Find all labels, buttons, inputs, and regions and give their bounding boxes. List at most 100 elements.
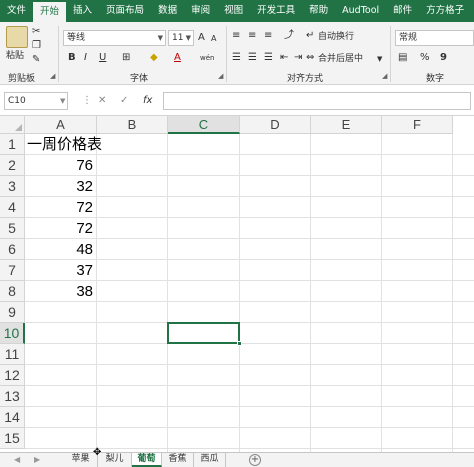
row-header-3[interactable]: 3 [0,176,25,197]
sheet-tab-banana[interactable]: 香蕉 [162,453,194,467]
row-header-14[interactable]: 14 [0,407,25,428]
cell-a2[interactable]: 76 [25,155,93,176]
percent-button[interactable]: % [420,52,430,64]
chevron-down-icon: ▼ [157,34,163,42]
tab-help[interactable]: 帮助 [302,0,335,22]
next-sheet-icon[interactable]: ▶ [34,454,40,466]
bold-button[interactable]: B [68,52,76,64]
prev-sheet-icon[interactable]: ◀ [14,454,20,466]
align-top-icon[interactable]: ≡ [232,30,240,42]
cell-a1[interactable]: 一周价格表 [27,134,102,155]
row-header-2[interactable]: 2 [0,155,25,176]
accounting-icon[interactable]: ▤ [398,52,407,64]
excel-window: 文件 开始 插入 页面布局 数据 审阅 视图 开发工具 帮助 AudTool 邮… [0,0,474,467]
tab-file[interactable]: 文件 [0,0,33,22]
indent-increase-icon[interactable]: ⇥ [294,52,302,64]
select-all-button[interactable] [0,116,25,134]
tab-review[interactable]: 审阅 [184,0,217,22]
wrap-text-button[interactable]: 自动换行 [318,31,354,43]
merge-center-icon[interactable]: ⇔ [306,52,314,64]
tab-insert[interactable]: 插入 [66,0,99,22]
cancel-icon[interactable]: ✕ [98,92,106,110]
font-color-icon[interactable]: A [174,52,181,64]
align-bottom-icon[interactable]: ≡ [264,30,272,42]
tab-data[interactable]: 数据 [151,0,184,22]
font-launcher-icon[interactable]: ◢ [218,72,223,80]
column-header-e[interactable]: E [311,116,382,134]
formula-bar-more-icon[interactable]: ⋮ [82,92,92,110]
insert-function-icon[interactable]: fx [143,92,152,110]
row-header-12[interactable]: 12 [0,365,25,386]
underline-button[interactable]: U [99,52,106,64]
worksheet-grid[interactable]: A B C D E F 1 2 3 4 5 6 7 8 9 10 11 12 13 14 15 一周价格表 76 32 72 72… [0,116,474,452]
row-header-7[interactable]: 7 [0,260,25,281]
row-header-5[interactable]: 5 [0,218,25,239]
sheet-tab-grape[interactable]: 葡萄 [132,453,162,467]
clipboard-launcher-icon[interactable]: ◢ [50,72,55,80]
tab-page-layout[interactable]: 页面布局 [99,0,151,22]
row-header-8[interactable]: 8 [0,281,25,302]
comma-style-button[interactable]: 9 [440,52,447,64]
row-header-9[interactable]: 9 [0,302,25,323]
paste-button-label[interactable]: 粘贴 [6,50,24,62]
merge-center-button[interactable]: 合并后居中 [318,53,363,65]
cell-a3[interactable]: 32 [25,176,93,197]
alignment-launcher-icon[interactable]: ◢ [382,72,387,80]
font-name-select[interactable]: 等线 ▼ [63,30,166,46]
phonetic-icon[interactable]: wén [200,52,214,64]
name-box[interactable]: C10 [4,92,68,110]
row-header-13[interactable]: 13 [0,386,25,407]
row-header-15[interactable]: 15 [0,428,25,449]
font-size-select[interactable]: 11 ▼ [168,30,194,46]
tab-home[interactable]: 开始 [33,2,67,22]
fill-color-icon[interactable]: ◆ [150,52,158,64]
italic-button[interactable]: I [84,52,87,64]
column-header-c[interactable]: C [168,116,240,134]
enter-icon[interactable]: ✓ [120,92,128,110]
column-header-d[interactable]: D [240,116,311,134]
align-middle-icon[interactable]: ≡ [248,30,256,42]
tab-developer[interactable]: 开发工具 [250,0,302,22]
ribbon-home: 粘贴 ✂ ❐ ✎ 剪贴板 ◢ 等线 ▼ 11 ▼ A A B I U ⊞ ◆ A… [0,22,474,85]
chevron-down-icon[interactable]: ▼ [377,53,382,65]
row-header-11[interactable]: 11 [0,344,25,365]
column-header-b[interactable]: B [97,116,168,134]
cell-a4[interactable]: 72 [25,197,93,218]
sheet-tab-pear[interactable]: 梨儿 [98,453,132,467]
add-sheet-button[interactable]: + [249,454,261,466]
border-icon[interactable]: ⊞ [122,52,130,64]
tab-audtool[interactable]: AudTool [335,0,386,22]
active-cell-c10[interactable] [167,322,242,346]
column-header-f[interactable]: F [382,116,453,134]
cell-a7[interactable]: 37 [25,260,93,281]
shrink-font-icon[interactable]: A [211,33,216,45]
cell-a8[interactable]: 38 [25,281,93,302]
fill-handle[interactable] [237,341,242,346]
cell-a6[interactable]: 48 [25,239,93,260]
wrap-text-icon[interactable]: ↵ [306,30,314,42]
tab-ffgz[interactable]: 方方格子 [419,0,471,22]
align-center-icon[interactable]: ☰ [248,52,257,64]
ribbon-separator [226,26,227,82]
indent-decrease-icon[interactable]: ⇤ [280,52,288,64]
tab-mail[interactable]: 邮件 [386,0,419,22]
grow-font-icon[interactable]: A [198,32,205,44]
cut-icon[interactable]: ✂ [32,26,40,38]
align-right-icon[interactable]: ☰ [264,52,273,64]
cell-a5[interactable]: 72 [25,218,93,239]
orientation-icon[interactable]: ⤴ [284,30,294,42]
row-header-6[interactable]: 6 [0,239,25,260]
paste-icon[interactable] [6,26,28,48]
column-header-a[interactable]: A [25,116,97,134]
align-left-icon[interactable]: ☰ [232,52,241,64]
formula-input[interactable] [163,92,471,110]
row-header-1[interactable]: 1 [0,134,25,155]
copy-icon[interactable]: ❐ [32,40,41,52]
number-format-select[interactable]: 常规 [395,30,474,46]
tab-view[interactable]: 视图 [217,0,250,22]
sheet-tab-watermelon[interactable]: 西瓜 [194,453,226,467]
name-box-dropdown-icon[interactable]: ▼ [60,92,65,110]
row-header-4[interactable]: 4 [0,197,25,218]
row-header-10[interactable]: 10 [0,323,25,344]
format-painter-icon[interactable]: ✎ [32,54,40,66]
